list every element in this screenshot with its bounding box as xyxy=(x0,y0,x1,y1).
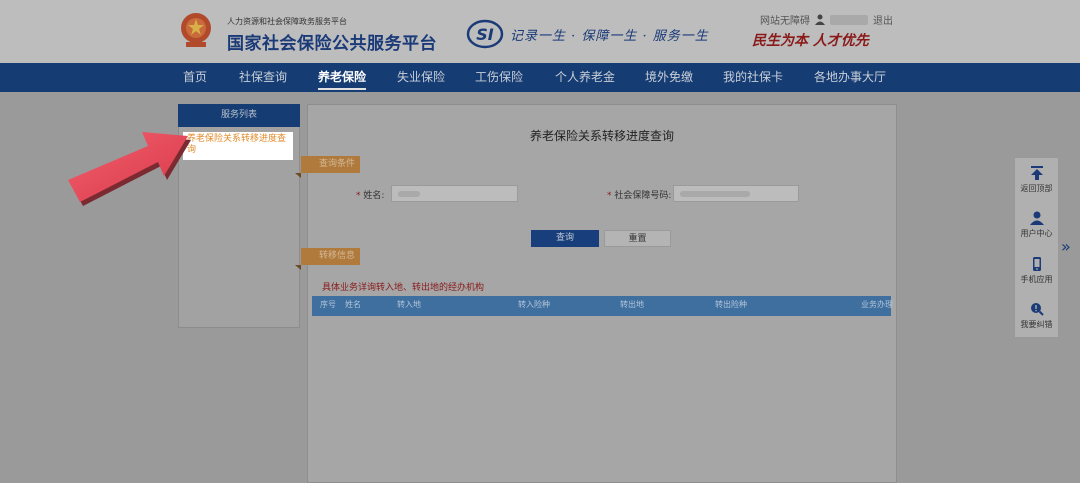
national-emblem-icon xyxy=(181,13,211,47)
accessibility-link[interactable]: 网站无障碍 xyxy=(760,12,810,27)
ssn-label: * 社会保障号码: xyxy=(607,191,672,201)
report-error-label: 我要纠错 xyxy=(1020,320,1053,329)
query-button[interactable]: 查询 xyxy=(531,230,599,247)
logout-link[interactable]: 退出 xyxy=(873,12,893,27)
user-name-blurred xyxy=(830,14,868,25)
svg-text:SI: SI xyxy=(476,25,494,44)
search-icon xyxy=(1030,303,1044,316)
name-value-blurred xyxy=(398,191,420,197)
site-title[interactable]: 国家社会保险公共服务平台 xyxy=(227,29,437,54)
org-subtitle: 人力资源和社会保障政务服务平台 xyxy=(227,17,347,26)
nav-home[interactable]: 首页 xyxy=(183,63,207,92)
nav-unemployment[interactable]: 失业保险 xyxy=(397,63,445,92)
user-center-button[interactable]: 用户中心 xyxy=(1014,211,1059,239)
back-to-top-label: 返回顶部 xyxy=(1020,184,1053,193)
report-error-button[interactable]: 我要纠错 xyxy=(1014,302,1059,330)
nav-personal-pension[interactable]: 个人养老金 xyxy=(555,63,615,92)
name-label: * 姓名: xyxy=(356,191,385,201)
col-business: 业务办理 xyxy=(861,300,893,309)
site-header: 人力资源和社会保障政务服务平台 国家社会保险公共服务平台 SI 记录一生 · 保… xyxy=(0,0,1080,63)
query-conditions-ribbon: 查询条件 xyxy=(295,156,360,178)
nav-work-injury[interactable]: 工伤保险 xyxy=(475,63,523,92)
col-name: 姓名 xyxy=(345,300,361,309)
back-to-top-button[interactable]: 返回顶部 xyxy=(1014,166,1059,194)
nav-overseas-exemption[interactable]: 境外免缴 xyxy=(645,63,693,92)
nav-social-query[interactable]: 社保查询 xyxy=(239,63,287,92)
nav-my-social-card[interactable]: 我的社保卡 xyxy=(723,63,783,92)
col-transfer-in-region: 转入地 xyxy=(397,300,421,309)
sidebar-item-transfer-progress[interactable]: 养老保险关系转移进度查询 xyxy=(183,132,293,160)
col-transfer-out-type: 转出险种 xyxy=(715,300,747,309)
mobile-app-label: 手机应用 xyxy=(1020,275,1053,284)
mobile-app-button[interactable]: 手机应用 xyxy=(1014,257,1059,285)
col-transfer-out-region: 转出地 xyxy=(620,300,644,309)
user-center-label: 用户中心 xyxy=(1020,229,1053,238)
nav-local-service-halls[interactable]: 各地办事大厅 xyxy=(814,63,886,92)
slogan: 记录一生 · 保障一生 · 服务一生 xyxy=(510,29,709,44)
user-avatar-icon xyxy=(815,14,825,25)
name-input[interactable] xyxy=(391,185,518,202)
transfer-info-ribbon: 转移信息 xyxy=(295,248,360,270)
ssn-input[interactable] xyxy=(673,185,799,202)
motto: 民生为本 人才优先 xyxy=(752,33,869,49)
reset-button[interactable]: 重置 xyxy=(604,230,671,247)
page-title: 养老保险关系转移进度查询 xyxy=(529,129,674,143)
main-nav: 首页 社保查询 养老保险 失业保险 工伤保险 个人养老金 境外免缴 我的社保卡 … xyxy=(0,63,1080,92)
ssn-value-blurred xyxy=(680,191,750,197)
col-index: 序号 xyxy=(320,300,336,309)
col-transfer-in-type: 转入险种 xyxy=(518,300,550,309)
info-note: 具体业务详询转入地、转出地的经办机构 xyxy=(322,283,485,293)
nav-pension-insurance[interactable]: 养老保险 xyxy=(318,63,367,92)
phone-icon xyxy=(1032,257,1041,271)
user-icon xyxy=(1029,211,1044,225)
annotation-arrow-icon xyxy=(68,132,191,206)
chevron-right-icon[interactable]: » xyxy=(1061,239,1071,255)
sidebar-title: 服务列表 xyxy=(178,104,300,127)
arrow-up-icon xyxy=(1030,166,1043,180)
main-panel xyxy=(307,104,897,483)
results-table-header: 序号 姓名 转入地 转入险种 转出地 转出险种 业务办理 xyxy=(312,296,893,316)
social-insurance-logo: SI xyxy=(466,19,504,49)
top-user-bar: 网站无障碍 退出 xyxy=(760,12,893,27)
